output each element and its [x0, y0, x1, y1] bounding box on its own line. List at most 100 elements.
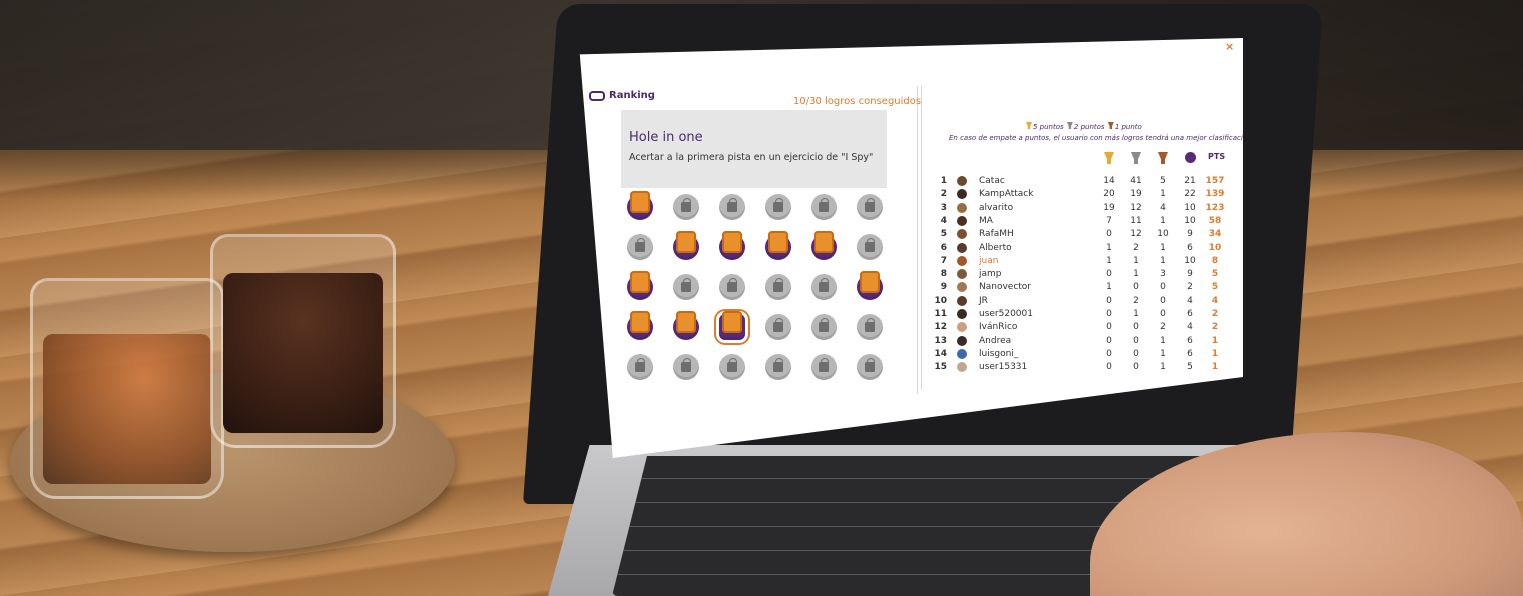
rank-position: 7 [940, 255, 947, 266]
achievement-badge[interactable] [857, 271, 883, 300]
avatar [957, 176, 967, 186]
achievement-badge[interactable] [765, 354, 791, 380]
achievement-badge[interactable] [673, 354, 699, 380]
bronze-trophy-icon [1107, 122, 1114, 129]
gold-count: 1 [1106, 282, 1112, 293]
rank-position: 14 [934, 348, 947, 359]
user-name: Catac [979, 176, 1005, 186]
achievement-badge[interactable] [719, 194, 745, 220]
lock-icon [865, 358, 875, 372]
gold-count: 20 [1103, 189, 1115, 200]
silver-trophy-icon [1131, 152, 1141, 164]
table-row: 6 Alberto 1 2 1 6 10 [933, 242, 1233, 255]
user-name: JR [979, 295, 988, 306]
achievement-badge[interactable] [765, 231, 791, 260]
badge-icon [814, 231, 834, 253]
achievement-badge[interactable] [811, 314, 837, 340]
badge-icon [722, 231, 742, 253]
gold-count: 0 [1106, 295, 1112, 306]
achievement-badge[interactable] [627, 234, 653, 260]
silver-count: 0 [1133, 322, 1139, 333]
lock-icon [819, 358, 829, 372]
achievement-badge[interactable] [719, 274, 745, 300]
rank-position: 1 [940, 176, 947, 186]
achievement-badge[interactable] [719, 231, 745, 260]
gold-count: 7 [1106, 215, 1112, 226]
rank-position: 5 [940, 229, 947, 240]
achievement-badge[interactable] [719, 354, 745, 380]
gold-count: 0 [1106, 269, 1112, 280]
points: 1 [1211, 335, 1219, 346]
gold-count: 1 [1106, 242, 1112, 253]
lock-icon [681, 278, 691, 292]
user-name: IvánRico [979, 322, 1018, 333]
user-name: KampAttack [979, 189, 1034, 200]
points-legend: 5 puntos 2 puntos 1 punto [1025, 122, 1142, 131]
avatar [957, 269, 967, 280]
achievement-badge[interactable] [857, 314, 883, 340]
bronze-count: 10 [1157, 229, 1169, 240]
user-name: Nanovector [979, 282, 1032, 293]
achievement-badge[interactable] [673, 231, 699, 260]
glass-right [210, 234, 396, 448]
lock-icon [865, 238, 875, 252]
badge-icon [630, 311, 650, 333]
points: 58 [1208, 215, 1222, 226]
achievement-count: 6 [1187, 309, 1193, 319]
bronze-count: 1 [1160, 362, 1166, 373]
lock-icon [865, 318, 875, 332]
achievement-badge[interactable] [857, 234, 883, 260]
user-name: Andrea [979, 335, 1012, 346]
bronze-count: 1 [1160, 335, 1166, 346]
achievement-badge[interactable] [627, 271, 653, 300]
bronze-count: 5 [1160, 176, 1166, 186]
close-button[interactable]: × [1225, 40, 1234, 53]
lock-icon [773, 358, 783, 372]
pts-header: PTS [1208, 152, 1226, 161]
achievement-badge[interactable] [765, 314, 791, 340]
bronze-count: 1 [1160, 348, 1166, 359]
badge-icon [630, 191, 650, 213]
achievement-badge[interactable] [673, 311, 699, 340]
achievement-badge[interactable] [673, 274, 699, 300]
achievement-badge[interactable] [857, 194, 883, 220]
rank-position: 9 [940, 282, 947, 293]
achievement-badge[interactable] [627, 311, 653, 340]
achievement-badge[interactable] [811, 194, 837, 220]
achievement-badge[interactable] [811, 231, 837, 260]
rank-position: 11 [934, 309, 947, 319]
achievement-badge[interactable] [857, 354, 883, 380]
silver-count: 41 [1130, 176, 1142, 186]
photo-scene: × Ranking 10/30 logros conseguidos Hole … [0, 0, 1523, 596]
achievement-count: 10 [1184, 202, 1196, 213]
achievement-badge[interactable] [673, 194, 699, 220]
lock-icon [773, 278, 783, 292]
gold-count: 19 [1103, 202, 1115, 213]
achievement-badge[interactable] [811, 274, 837, 300]
user-name: Alberto [979, 242, 1012, 253]
user-name: user15331 [979, 362, 1028, 373]
achievement-badge[interactable] [765, 194, 791, 220]
badge-icon [676, 231, 696, 253]
achievement-badge[interactable] [627, 191, 653, 220]
silver-count: 0 [1133, 282, 1139, 293]
bronze-trophy-icon [1158, 152, 1168, 164]
lock-icon [727, 198, 737, 212]
table-row: 2 KampAttack 20 19 1 22 139 [933, 189, 1233, 201]
badge-icon [630, 271, 650, 293]
achievement-badge[interactable] [627, 354, 653, 380]
silver-count: 1 [1133, 255, 1139, 266]
silver-trophy-icon [1066, 122, 1073, 129]
silver-count: 11 [1130, 215, 1142, 226]
silver-count: 2 [1133, 295, 1139, 306]
avatar [957, 189, 967, 200]
leaderboard-panel: 5 puntos 2 puntos 1 punto En caso de emp… [921, 78, 1243, 390]
points: 2 [1211, 322, 1219, 333]
gold-count: 0 [1106, 309, 1112, 319]
achievement-badge[interactable] [811, 354, 837, 380]
badge-icon [768, 231, 788, 253]
lock-icon [819, 318, 829, 332]
avatar [957, 362, 967, 373]
achievement-badge[interactable] [714, 309, 750, 345]
achievement-badge[interactable] [765, 274, 791, 300]
